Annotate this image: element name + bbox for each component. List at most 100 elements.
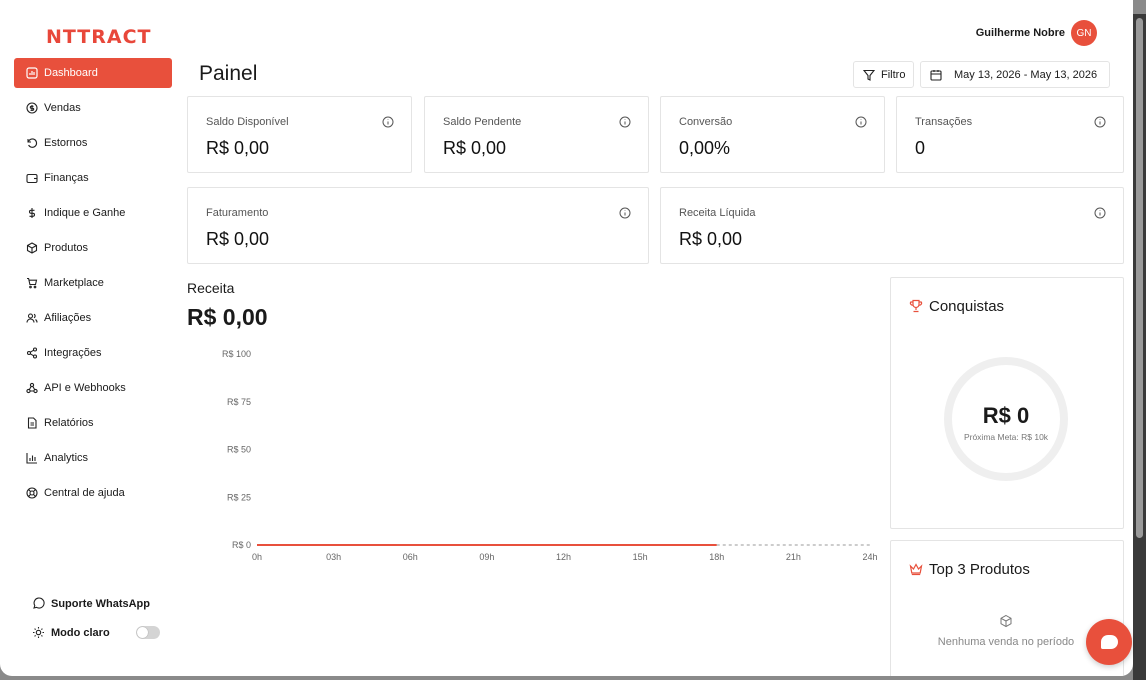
sidebar-item-analytics[interactable]: Analytics	[14, 443, 172, 473]
bar-chart-icon	[26, 452, 38, 464]
theme-label: Modo claro	[51, 626, 110, 639]
sidebar-item-dashboard[interactable]: Dashboard	[14, 58, 172, 88]
sidebar-item-marketplace[interactable]: Marketplace	[14, 268, 172, 298]
x-tick-label: 12h	[556, 552, 571, 562]
filter-icon	[863, 69, 875, 81]
info-icon[interactable]	[1094, 207, 1106, 219]
info-icon[interactable]	[619, 207, 631, 219]
chart-icon	[26, 67, 38, 79]
sidebar-item-integracoes[interactable]: Integrações	[14, 338, 172, 368]
page-title: Painel	[199, 62, 258, 85]
report-icon	[26, 417, 38, 429]
stat-value: 0	[915, 138, 926, 158]
top-products-title: Top 3 Produtos	[909, 561, 1030, 578]
scrollbar[interactable]	[1133, 14, 1146, 680]
avatar[interactable]: GN	[1071, 20, 1097, 46]
undo-icon	[26, 137, 38, 149]
lifebuoy-icon	[26, 487, 38, 499]
crown-icon	[909, 563, 923, 576]
user-name: Guilherme Nobre	[975, 27, 1065, 39]
sidebar-item-api-webhooks[interactable]: API e Webhooks	[14, 373, 172, 403]
info-icon[interactable]	[1094, 116, 1106, 128]
app-window: NTTRACT Dashboard Vendas Estornos Finanç…	[0, 0, 1133, 676]
stat-card-saldo-pendente: Saldo Pendente R$ 0,00	[424, 96, 649, 173]
info-icon[interactable]	[619, 116, 631, 128]
cart-icon	[26, 277, 38, 289]
whatsapp-support-link[interactable]: Suporte WhatsApp	[32, 597, 162, 610]
stat-value: R$ 0,00	[206, 229, 270, 249]
y-tick-label: R$ 100	[222, 349, 251, 359]
share-icon	[26, 347, 38, 359]
sidebar-item-label: Relatórios	[44, 417, 94, 429]
sidebar-item-label: Finanças	[44, 172, 89, 184]
revenue-chart: R$ 0 R$ 25 R$ 50 R$ 75 R$ 100 0h 03h 06h 09h 12h 1…	[222, 349, 878, 562]
y-tick-label: R$ 50	[227, 445, 251, 455]
stat-card-faturamento: Faturamento R$ 0,00	[187, 187, 649, 264]
box-icon	[26, 242, 38, 254]
wallet-icon	[26, 172, 38, 184]
sidebar-item-label: Estornos	[44, 137, 88, 149]
sidebar-item-produtos[interactable]: Produtos	[14, 233, 172, 263]
sidebar-item-label: Marketplace	[44, 277, 104, 289]
date-range-text: May 13, 2026 - May 13, 2026	[954, 68, 1098, 81]
stat-label: Conversão	[679, 116, 733, 128]
stat-label: Transações	[915, 116, 973, 128]
logo[interactable]: NTTRACT	[46, 26, 152, 48]
stat-card-saldo-disponivel: Saldo Disponível R$ 0,00	[187, 96, 412, 173]
top-products-card: Top 3 Produtos Nenhuma venda no período	[890, 540, 1124, 676]
sidebar-item-label: Dashboard	[44, 67, 98, 79]
users-icon	[26, 312, 38, 324]
sidebar-item-afiliacoes[interactable]: Afiliações	[14, 303, 172, 333]
y-tick-label: R$ 25	[227, 492, 251, 502]
toggle-knob	[137, 627, 148, 638]
x-tick-label: 24h	[862, 552, 877, 562]
achievements-card: Conquistas R$ 0 Próxima Meta: R$ 10k	[890, 277, 1124, 529]
sidebar-item-indique[interactable]: Indique e Ganhe	[14, 198, 172, 228]
sidebar-item-relatorios[interactable]: Relatórios	[14, 408, 172, 438]
chat-button[interactable]	[1086, 619, 1132, 665]
revenue-total: R$ 0,00	[187, 304, 268, 330]
sun-icon	[32, 626, 45, 639]
sidebar: NTTRACT Dashboard Vendas Estornos Finanç…	[0, 0, 186, 676]
filter-button[interactable]: Filtro	[853, 61, 914, 88]
goal-next-text: Próxima Meta: R$ 10k	[963, 432, 1049, 442]
whatsapp-icon	[32, 597, 45, 610]
goal-current-value: R$ 0	[982, 403, 1030, 428]
stat-label: Saldo Pendente	[443, 116, 522, 128]
info-icon[interactable]	[382, 116, 394, 128]
stat-label: Saldo Disponível	[206, 116, 289, 128]
dollar-icon	[26, 207, 38, 219]
box-icon	[1000, 614, 1012, 628]
y-tick-label: R$ 75	[227, 397, 251, 407]
date-range-picker[interactable]: May 13, 2026 - May 13, 2026	[920, 61, 1110, 88]
sidebar-item-financas[interactable]: Finanças	[14, 163, 172, 193]
scrollbar-thumb[interactable]	[1136, 18, 1143, 538]
y-tick-label: R$ 0	[232, 540, 251, 550]
sidebar-item-label: Produtos	[44, 242, 89, 254]
sidebar-item-vendas[interactable]: Vendas	[14, 93, 172, 123]
stat-label: Receita Líquida	[679, 207, 756, 219]
top-products-title-text: Top 3 Produtos	[929, 561, 1030, 578]
stat-value: R$ 0,00	[679, 229, 743, 249]
sidebar-item-label: Central de ajuda	[44, 487, 125, 499]
x-tick-label: 06h	[403, 552, 418, 562]
theme-toggle[interactable]	[136, 626, 160, 639]
whatsapp-label: Suporte WhatsApp	[51, 597, 150, 610]
sidebar-item-label: Indique e Ganhe	[44, 207, 126, 219]
info-icon[interactable]	[855, 116, 867, 128]
stat-value: R$ 0,00	[206, 138, 270, 158]
sidebar-nav: Dashboard Vendas Estornos Finanças Indiq…	[14, 58, 172, 513]
chat-icon	[1100, 635, 1118, 649]
achievements-title-text: Conquistas	[929, 298, 1005, 315]
user-menu[interactable]: Guilherme Nobre GN	[976, 20, 1097, 46]
x-tick-label: 15h	[633, 552, 648, 562]
revenue-title: Receita	[187, 280, 235, 296]
sidebar-item-central-ajuda[interactable]: Central de ajuda	[14, 478, 172, 508]
goal-progress-ring: R$ 0 Próxima Meta: R$ 10k	[942, 355, 1070, 483]
sidebar-item-label: Afiliações	[44, 312, 92, 324]
sidebar-item-label: API e Webhooks	[44, 382, 126, 394]
stat-card-transacoes: Transações 0	[896, 96, 1124, 173]
stat-value: R$ 0,00	[443, 138, 507, 158]
sidebar-item-estornos[interactable]: Estornos	[14, 128, 172, 158]
filter-label: Filtro	[881, 68, 906, 81]
